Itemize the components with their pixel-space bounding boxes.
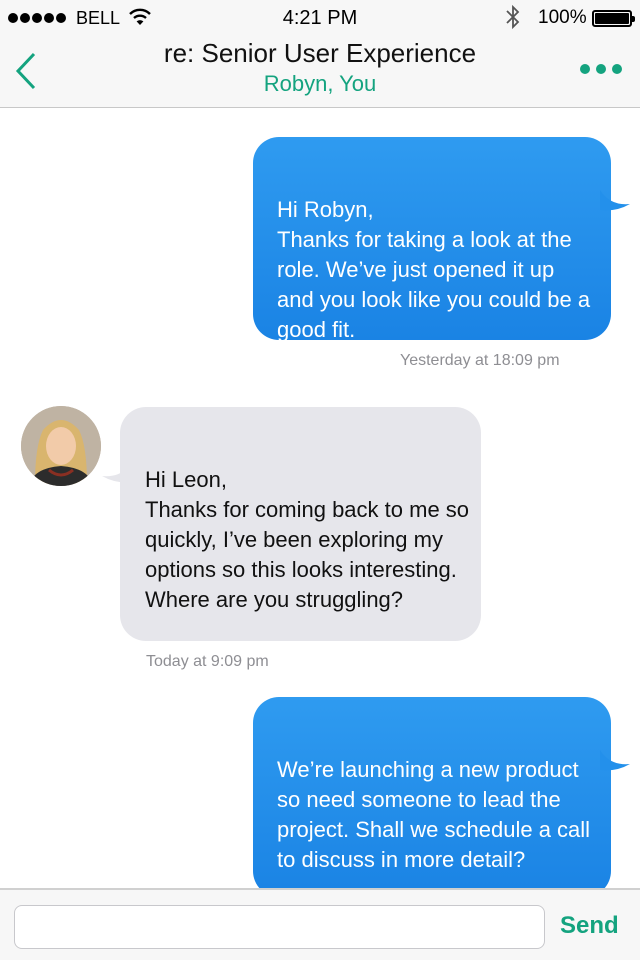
send-button[interactable]: Send	[560, 912, 619, 940]
message-text: We’re launching a new product so need so…	[277, 757, 591, 872]
outgoing-message-bubble[interactable]: We’re launching a new product so need so…	[253, 697, 611, 897]
navigation-bar: re: Senior User Experience Robyn, You	[0, 36, 640, 108]
contact-avatar[interactable]	[21, 406, 101, 486]
status-bar: BELL 4:21 PM 100%	[0, 0, 640, 36]
battery-icon	[592, 10, 635, 27]
bubble-tail	[102, 462, 132, 483]
conversation-participants[interactable]: Robyn, You	[80, 71, 560, 97]
more-options-button[interactable]	[580, 64, 622, 74]
bubble-tail	[600, 750, 630, 771]
message-timestamp: Yesterday at 18:09 pm	[400, 352, 560, 369]
more-dots-icon	[580, 64, 590, 74]
back-chevron-icon	[15, 52, 36, 90]
outgoing-message-bubble[interactable]: Hi Robyn, Thanks for taking a look at th…	[253, 137, 611, 342]
back-button[interactable]	[8, 50, 48, 94]
conversation-title: re: Senior User Experience	[163, 38, 477, 68]
incoming-message-bubble[interactable]: Hi Leon, Thanks for coming back to me so…	[120, 407, 481, 641]
battery-percent: 100%	[538, 7, 587, 28]
bluetooth-icon	[505, 4, 521, 35]
message-composer: Send	[0, 888, 640, 960]
bubble-tail	[600, 190, 630, 211]
message-text: Hi Leon, Thanks for coming back to me so…	[145, 467, 470, 612]
message-text: Hi Robyn, Thanks for taking a look at th…	[277, 197, 591, 342]
message-input[interactable]	[14, 905, 545, 949]
message-timestamp: Today at 9:09 pm	[146, 653, 269, 670]
